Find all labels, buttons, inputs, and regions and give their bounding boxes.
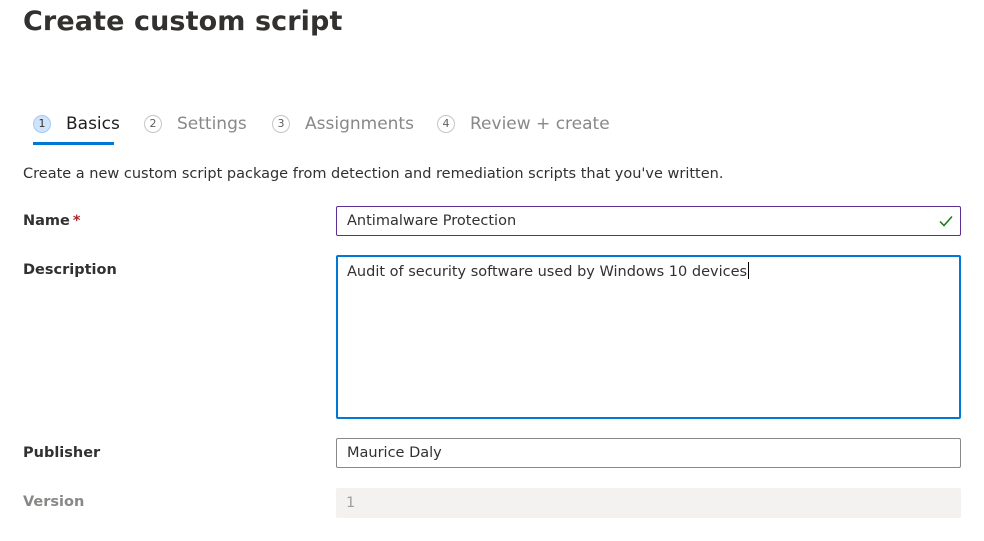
create-custom-script-page: Create custom script 1 Basics 2 Settings… <box>0 0 984 541</box>
active-tab-indicator <box>33 142 114 145</box>
publisher-label: Publisher <box>23 445 101 461</box>
name-label-text: Name <box>23 213 70 229</box>
publisher-input[interactable]: Maurice Daly <box>336 438 961 468</box>
version-input: 1 <box>336 488 961 518</box>
name-value: Antimalware Protection <box>347 213 517 229</box>
name-input[interactable]: Antimalware Protection <box>336 206 961 236</box>
step-number: 1 <box>33 115 51 133</box>
step-number: 4 <box>437 115 455 133</box>
step-number: 3 <box>272 115 290 133</box>
tab-label: Review + create <box>470 114 610 134</box>
tab-assignments[interactable]: 3 Assignments <box>272 112 414 144</box>
check-icon <box>939 216 953 227</box>
tab-review-create[interactable]: 4 Review + create <box>437 112 610 144</box>
version-value: 1 <box>346 495 356 511</box>
publisher-value: Maurice Daly <box>347 445 442 461</box>
tab-label: Assignments <box>305 114 414 134</box>
description-value: Audit of security software used by Windo… <box>347 264 748 280</box>
version-label: Version <box>23 494 85 510</box>
tab-label: Settings <box>177 114 247 134</box>
tab-label: Basics <box>66 114 120 134</box>
step-number: 2 <box>144 115 162 133</box>
description-textarea[interactable]: Audit of security software used by Windo… <box>336 255 961 419</box>
form-intro: Create a new custom script package from … <box>23 166 724 182</box>
tab-settings[interactable]: 2 Settings <box>144 112 247 144</box>
tab-basics[interactable]: 1 Basics <box>33 112 120 145</box>
description-label: Description <box>23 262 117 278</box>
required-marker: * <box>72 213 81 229</box>
text-caret <box>748 262 750 279</box>
name-label: Name * <box>23 213 80 229</box>
page-title: Create custom script <box>23 6 343 37</box>
